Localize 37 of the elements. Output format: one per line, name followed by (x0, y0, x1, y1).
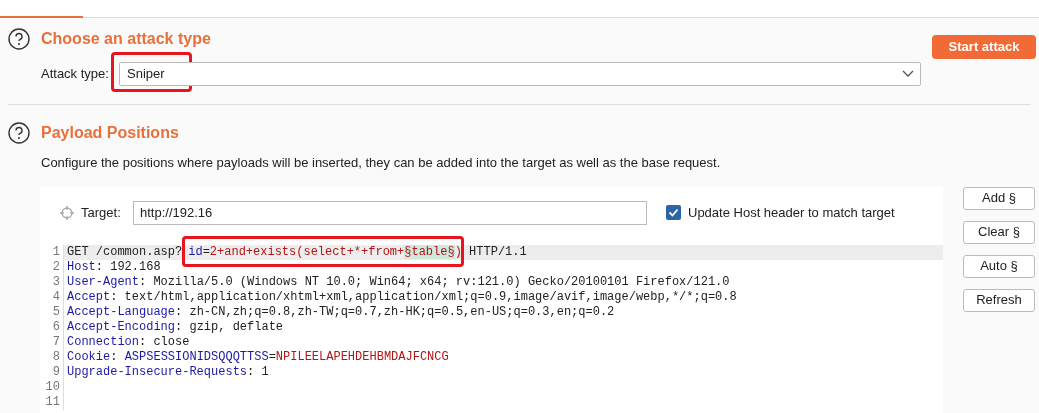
line-number: 3 (40, 274, 64, 290)
line-number: 4 (40, 289, 64, 305)
request-text: Upgrade-Insecure-Requests: 1 (66, 364, 270, 380)
request-text: Host: 192.168 (66, 259, 162, 275)
line-number: 10 (40, 379, 64, 395)
section-description: Configure the positions where payloads will be inserted, they can be added into the target as well as the base request. (40, 154, 722, 172)
attack-type-label: Attack type: (41, 65, 110, 84)
help-icon[interactable] (8, 122, 30, 144)
update-host-label: Update Host header to match target (688, 203, 895, 222)
position-button[interactable]: Auto § (963, 254, 1035, 278)
line-number: 7 (40, 334, 64, 350)
line-number: 9 (40, 364, 64, 380)
request-text: Accept-Encoding: gzip, deflate (66, 319, 285, 335)
request-text: Accept: text/html,application/xhtml+xml,application/xml;q=0.9,image/avif,image/webp,*/*;q=0.8 (66, 289, 738, 305)
line-number: 6 (40, 319, 64, 335)
update-host-checkbox[interactable] (666, 205, 681, 220)
line-number: 2 (40, 259, 64, 275)
target-field[interactable]: http://192.16 (133, 200, 647, 225)
request-text: Connection: close (66, 334, 191, 350)
position-button[interactable]: Refresh (963, 288, 1035, 312)
request-text: Cookie: ASPSESSIONIDSQQQTTSS=NPILEELAPEHDEHBMDAJFCNCG (66, 349, 450, 365)
line-number: 5 (40, 304, 64, 320)
section-title: Payload Positions (41, 123, 179, 143)
chevron-down-icon (902, 70, 914, 78)
line-number: 8 (40, 349, 64, 365)
crosshair-icon (60, 205, 74, 220)
position-button[interactable]: Add § (963, 186, 1035, 210)
section-title: Choose an attack type (41, 29, 211, 49)
help-icon[interactable] (8, 28, 30, 50)
request-text: Accept-Language: zh-CN,zh;q=0.8,zh-TW;q=0.7,zh-HK;q=0.5,en-US;q=0.3,en;q=0.2 (66, 304, 616, 320)
request-text: User-Agent: Mozilla/5.0 (Windows NT 10.0; Win64; x64; rv:121.0) Gecko/20100101 Firefox/121.0 (66, 274, 731, 290)
target-label: Target: (81, 203, 122, 222)
checkmark-icon (668, 207, 679, 218)
attack-type-select[interactable]: Sniper (119, 62, 921, 86)
request-text: GET /common.asp? id=2+and+exists(select+*+from+§table§) HTTP/1.1 (64, 244, 943, 260)
position-button[interactable]: Clear § (963, 220, 1035, 244)
line-number: 11 (40, 394, 64, 410)
